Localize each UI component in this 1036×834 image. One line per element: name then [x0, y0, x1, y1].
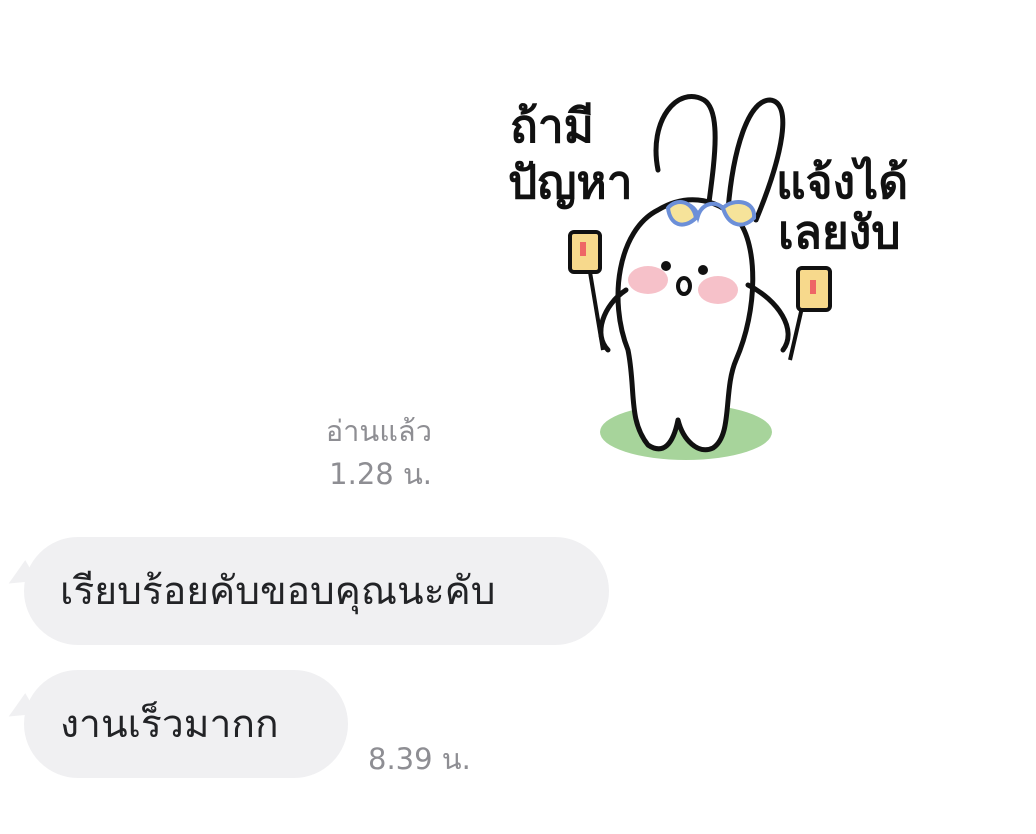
sent-time: 1.28 น.: [329, 457, 432, 491]
cheek-left: [628, 266, 668, 294]
sticker-text-left-1: ถ้ามี: [510, 99, 594, 153]
sticker-text-right-1: แจ้งได้: [776, 155, 908, 209]
rabbit-sticker[interactable]: ถ้ามี ปัญหา แจ้งได้ เลยงับ: [508, 60, 968, 480]
cheek-right: [698, 276, 738, 304]
message-text: เรียบร้อยคับขอบคุณนะคับ: [60, 568, 496, 614]
read-receipt: อ่านแล้ว: [325, 414, 432, 448]
flag-right-mark: [810, 280, 816, 294]
glasses-lens-left: [665, 200, 699, 227]
mouth: [676, 276, 692, 296]
incoming-message-bubble[interactable]: เรียบร้อยคับขอบคุณนะคับ: [24, 537, 609, 645]
outgoing-meta: อ่านแล้ว 1.28 น.: [326, 410, 432, 496]
rabbit-sticker-art: ถ้ามี ปัญหา แจ้งได้ เลยงับ: [508, 94, 908, 460]
eye-right: [698, 265, 708, 275]
sticker-text-left-2: ปัญหา: [508, 155, 633, 209]
message-text: งานเร็วมากก: [60, 701, 279, 747]
eye-left: [661, 261, 671, 271]
flag-left-mark: [580, 242, 586, 256]
received-time: 8.39 น.: [368, 742, 471, 776]
incoming-message-bubble[interactable]: งานเร็วมากก: [24, 670, 348, 778]
sticker-text-right-2: เลยงับ: [778, 205, 901, 259]
rabbit-ear-left: [653, 94, 718, 213]
